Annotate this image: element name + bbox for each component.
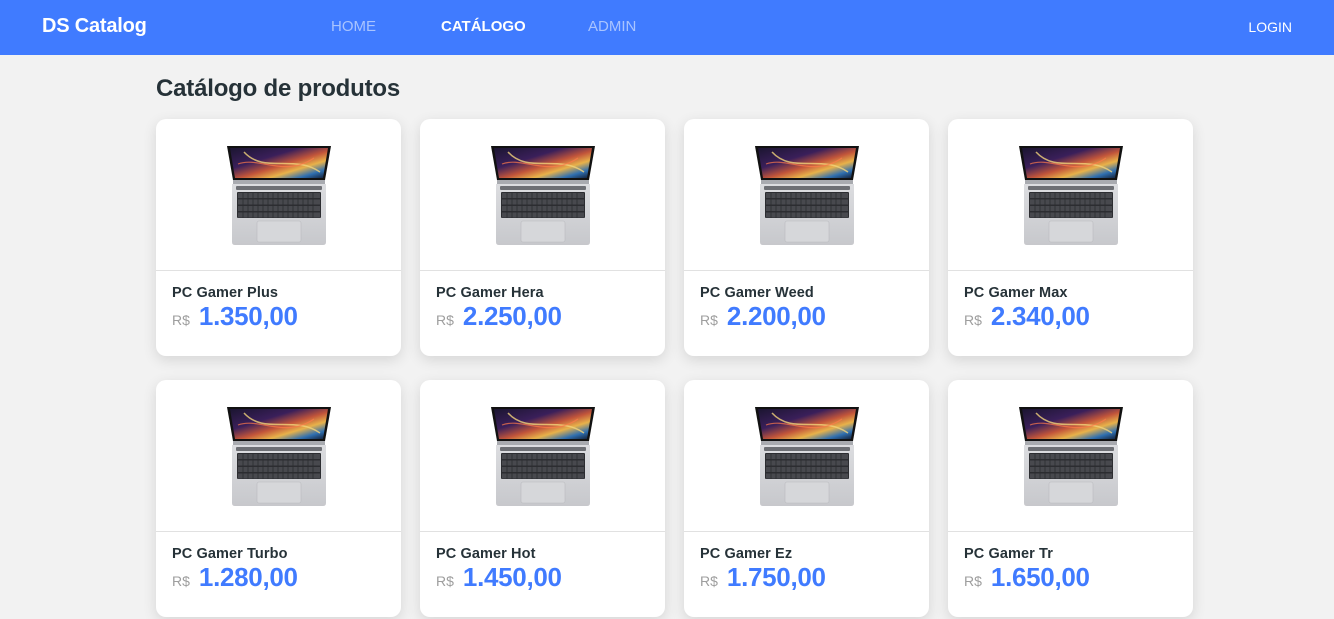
product-card-body: PC Gamer Turbo R$ 1.280,00 xyxy=(156,532,401,593)
nav-link-admin[interactable]: ADMIN xyxy=(588,18,636,35)
product-card-body: PC Gamer Tr R$ 1.650,00 xyxy=(948,532,1193,593)
price-currency: R$ xyxy=(436,312,454,328)
product-price-row: R$ 1.350,00 xyxy=(172,301,385,332)
product-name: PC Gamer Turbo xyxy=(172,546,288,562)
product-price-row: R$ 2.200,00 xyxy=(700,301,913,332)
product-name: PC Gamer Tr xyxy=(964,546,1053,562)
product-card[interactable]: PC Gamer Plus R$ 1.350,00 xyxy=(156,119,401,356)
page-title: Catálogo de produtos xyxy=(156,75,400,102)
product-price: 1.350,00 xyxy=(198,301,298,331)
product-card-body: PC Gamer Hot R$ 1.450,00 xyxy=(420,532,665,593)
product-image-container xyxy=(156,380,401,532)
price-currency: R$ xyxy=(964,312,982,328)
product-price-row: R$ 1.450,00 xyxy=(436,562,649,593)
product-image-container xyxy=(948,119,1193,271)
product-price-row: R$ 1.650,00 xyxy=(964,562,1177,593)
product-card[interactable]: PC Gamer Max R$ 2.340,00 xyxy=(948,119,1193,356)
product-card[interactable]: PC Gamer Weed R$ 2.200,00 xyxy=(684,119,929,356)
price-currency: R$ xyxy=(172,573,190,589)
product-name: PC Gamer Max xyxy=(964,285,1068,301)
product-price-row: R$ 2.340,00 xyxy=(964,301,1177,332)
product-name: PC Gamer Hot xyxy=(436,546,536,562)
product-price: 2.250,00 xyxy=(462,301,562,331)
product-card[interactable]: PC Gamer Hot R$ 1.450,00 xyxy=(420,380,665,617)
product-image-container xyxy=(156,119,401,271)
product-card[interactable]: PC Gamer Hera R$ 2.250,00 xyxy=(420,119,665,356)
product-price: 1.650,00 xyxy=(990,562,1090,592)
laptop-image xyxy=(1016,405,1126,507)
product-name: PC Gamer Ez xyxy=(700,546,793,562)
product-card-body: PC Gamer Weed R$ 2.200,00 xyxy=(684,271,929,332)
nav-link-catalog[interactable]: CATÁLOGO xyxy=(441,18,526,35)
product-name: PC Gamer Hera xyxy=(436,285,544,301)
login-link[interactable]: LOGIN xyxy=(1248,19,1292,35)
product-card[interactable]: PC Gamer Turbo R$ 1.280,00 xyxy=(156,380,401,617)
product-price-row: R$ 2.250,00 xyxy=(436,301,649,332)
product-image-container xyxy=(684,380,929,532)
product-name: PC Gamer Plus xyxy=(172,285,279,301)
product-grid: PC Gamer Plus R$ 1.350,00 PC Gamer Hera … xyxy=(156,119,1196,617)
laptop-image xyxy=(224,144,334,246)
laptop-image xyxy=(488,405,598,507)
product-card[interactable]: PC Gamer Ez R$ 1.750,00 xyxy=(684,380,929,617)
product-image-container xyxy=(420,380,665,532)
product-price: 1.450,00 xyxy=(462,562,562,592)
product-price-row: R$ 1.750,00 xyxy=(700,562,913,593)
laptop-image xyxy=(1016,144,1126,246)
price-currency: R$ xyxy=(700,312,718,328)
product-price: 1.750,00 xyxy=(726,562,826,592)
product-card[interactable]: PC Gamer Tr R$ 1.650,00 xyxy=(948,380,1193,617)
price-currency: R$ xyxy=(700,573,718,589)
product-card-body: PC Gamer Max R$ 2.340,00 xyxy=(948,271,1193,332)
product-price: 2.340,00 xyxy=(990,301,1090,331)
product-card-body: PC Gamer Ez R$ 1.750,00 xyxy=(684,532,929,593)
laptop-image xyxy=(488,144,598,246)
laptop-image xyxy=(752,144,862,246)
product-card-body: PC Gamer Plus R$ 1.350,00 xyxy=(156,271,401,332)
product-image-container xyxy=(420,119,665,271)
product-image-container xyxy=(684,119,929,271)
product-card-body: PC Gamer Hera R$ 2.250,00 xyxy=(420,271,665,332)
navbar: DS Catalog HOME CATÁLOGO ADMIN LOGIN xyxy=(0,0,1334,55)
price-currency: R$ xyxy=(172,312,190,328)
product-image-container xyxy=(948,380,1193,532)
product-price: 2.200,00 xyxy=(726,301,826,331)
product-price: 1.280,00 xyxy=(198,562,298,592)
brand-logo[interactable]: DS Catalog xyxy=(42,15,147,38)
product-price-row: R$ 1.280,00 xyxy=(172,562,385,593)
nav-link-home[interactable]: HOME xyxy=(331,18,376,35)
laptop-image xyxy=(224,405,334,507)
product-name: PC Gamer Weed xyxy=(700,285,814,301)
price-currency: R$ xyxy=(436,573,454,589)
price-currency: R$ xyxy=(964,573,982,589)
laptop-image xyxy=(752,405,862,507)
